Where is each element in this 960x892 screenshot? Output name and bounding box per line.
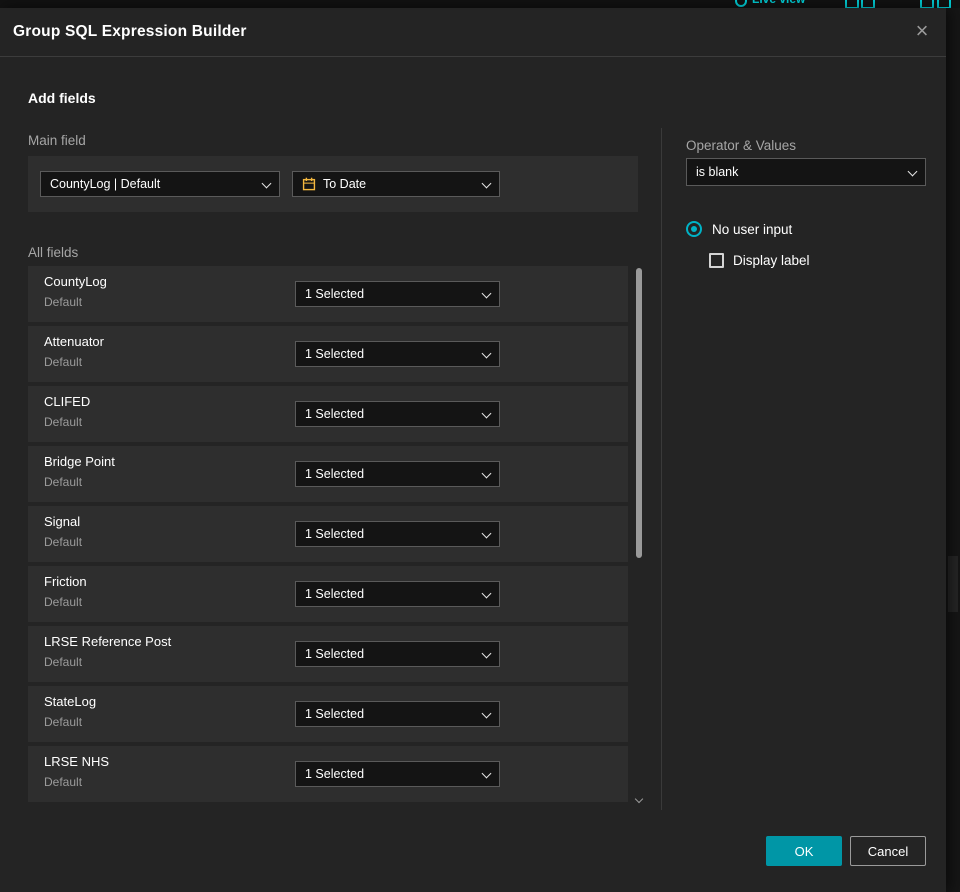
toolbar-icon[interactable] [937,0,951,8]
scrollbar-thumb[interactable] [636,268,642,558]
field-name: LRSE NHS [44,754,110,769]
chevron-down-icon [481,648,492,659]
field-selection-value: 1 Selected [305,527,365,541]
field-selection-dropdown[interactable]: 1 Selected [295,281,500,307]
ok-button[interactable]: OK [766,836,842,866]
sql-expression-builder-dialog: Group SQL Expression Builder × Add field… [0,8,946,892]
main-field-value-select[interactable]: To Date [292,171,500,197]
field-selection-value: 1 Selected [305,287,365,301]
no-user-input-radio[interactable] [686,221,702,237]
chevron-down-icon [481,768,492,779]
chevron-down-icon [481,708,492,719]
field-row: Bridge Point Default 1 Selected [28,446,628,502]
field-row: CountyLog Default 1 Selected [28,266,628,322]
field-type: Default [44,715,83,729]
field-selection-dropdown[interactable]: 1 Selected [295,521,500,547]
display-label-checkbox[interactable] [709,253,724,268]
main-field-panel: CountyLog | Default To Date [28,156,638,212]
field-name: CountyLog [44,274,107,289]
chevron-down-icon [481,348,492,359]
field-row: CLIFED Default 1 Selected [28,386,628,442]
field-selection-dropdown[interactable]: 1 Selected [295,341,500,367]
field-selection-dropdown[interactable]: 1 Selected [295,761,500,787]
field-selection-dropdown[interactable]: 1 Selected [295,701,500,727]
main-field-label: Main field [28,133,86,148]
field-row: LRSE NHS Default 1 Selected [28,746,628,802]
all-fields-label: All fields [28,245,79,260]
dialog-title: Group SQL Expression Builder [13,23,247,40]
field-type: Default [44,295,83,309]
background-app-strip [946,8,960,892]
chevron-down-icon [481,588,492,599]
field-selection-value: 1 Selected [305,347,365,361]
chevron-down-icon [481,528,492,539]
chevron-down-icon [481,408,492,419]
chevron-down-icon [261,178,272,189]
field-type: Default [44,415,83,429]
field-row: Signal Default 1 Selected [28,506,628,562]
toolbar-icon[interactable] [920,0,934,8]
field-type: Default [44,535,83,549]
field-selection-dropdown[interactable]: 1 Selected [295,461,500,487]
field-selection-value: 1 Selected [305,707,365,721]
field-type: Default [44,595,83,609]
field-type: Default [44,475,83,489]
background-app-block [948,556,958,612]
field-name: Attenuator [44,334,104,349]
chevron-down-icon [907,166,918,177]
field-name: StateLog [44,694,97,709]
chevron-down-icon [481,288,492,299]
field-row: Friction Default 1 Selected [28,566,628,622]
main-field-select-value: CountyLog | Default [50,177,161,191]
operator-select[interactable]: is blank [686,158,926,186]
close-icon[interactable]: × [908,18,936,46]
field-selection-value: 1 Selected [305,647,365,661]
field-row: LRSE Reference Post Default 1 Selected [28,626,628,682]
vertical-divider [661,128,662,810]
field-name: Bridge Point [44,454,115,469]
field-row: StateLog Default 1 Selected [28,686,628,742]
field-name: Friction [44,574,87,589]
field-selection-dropdown[interactable]: 1 Selected [295,641,500,667]
all-fields-list: CountyLog Default 1 Selected Attenuator … [28,266,628,806]
field-selection-value: 1 Selected [305,407,365,421]
operator-value: is blank [696,165,739,179]
field-name: CLIFED [44,394,91,409]
list-scrollbar[interactable] [634,266,644,810]
field-selection-value: 1 Selected [305,587,365,601]
scroll-down-icon[interactable] [634,794,644,804]
field-type: Default [44,775,83,789]
field-type: Default [44,655,83,669]
cancel-button[interactable]: Cancel [850,836,926,866]
chevron-down-icon [481,468,492,479]
operator-values-label: Operator & Values [686,138,797,153]
main-field-select[interactable]: CountyLog | Default [40,171,280,197]
main-field-value: To Date [323,177,367,191]
screen: Live view Group SQL Expression Builder ×… [0,0,960,892]
chevron-down-icon [481,178,492,189]
field-type: Default [44,355,83,369]
live-view-label[interactable]: Live view [752,0,805,6]
dialog-header: Group SQL Expression Builder × [0,8,946,57]
field-name: Signal [44,514,81,529]
field-selection-value: 1 Selected [305,767,365,781]
field-selection-dropdown[interactable]: 1 Selected [295,581,500,607]
field-row: Attenuator Default 1 Selected [28,326,628,382]
field-selection-dropdown[interactable]: 1 Selected [295,401,500,427]
toolbar-icon[interactable] [845,0,859,8]
field-selection-value: 1 Selected [305,467,365,481]
no-user-input-label: No user input [712,222,793,237]
live-view-icon [735,0,747,7]
toolbar-icon[interactable] [861,0,875,8]
app-topbar: Live view [0,0,960,8]
display-label-text: Display label [733,253,810,268]
add-fields-title: Add fields [28,90,96,106]
field-name: LRSE Reference Post [44,634,172,649]
calendar-icon [302,177,316,191]
